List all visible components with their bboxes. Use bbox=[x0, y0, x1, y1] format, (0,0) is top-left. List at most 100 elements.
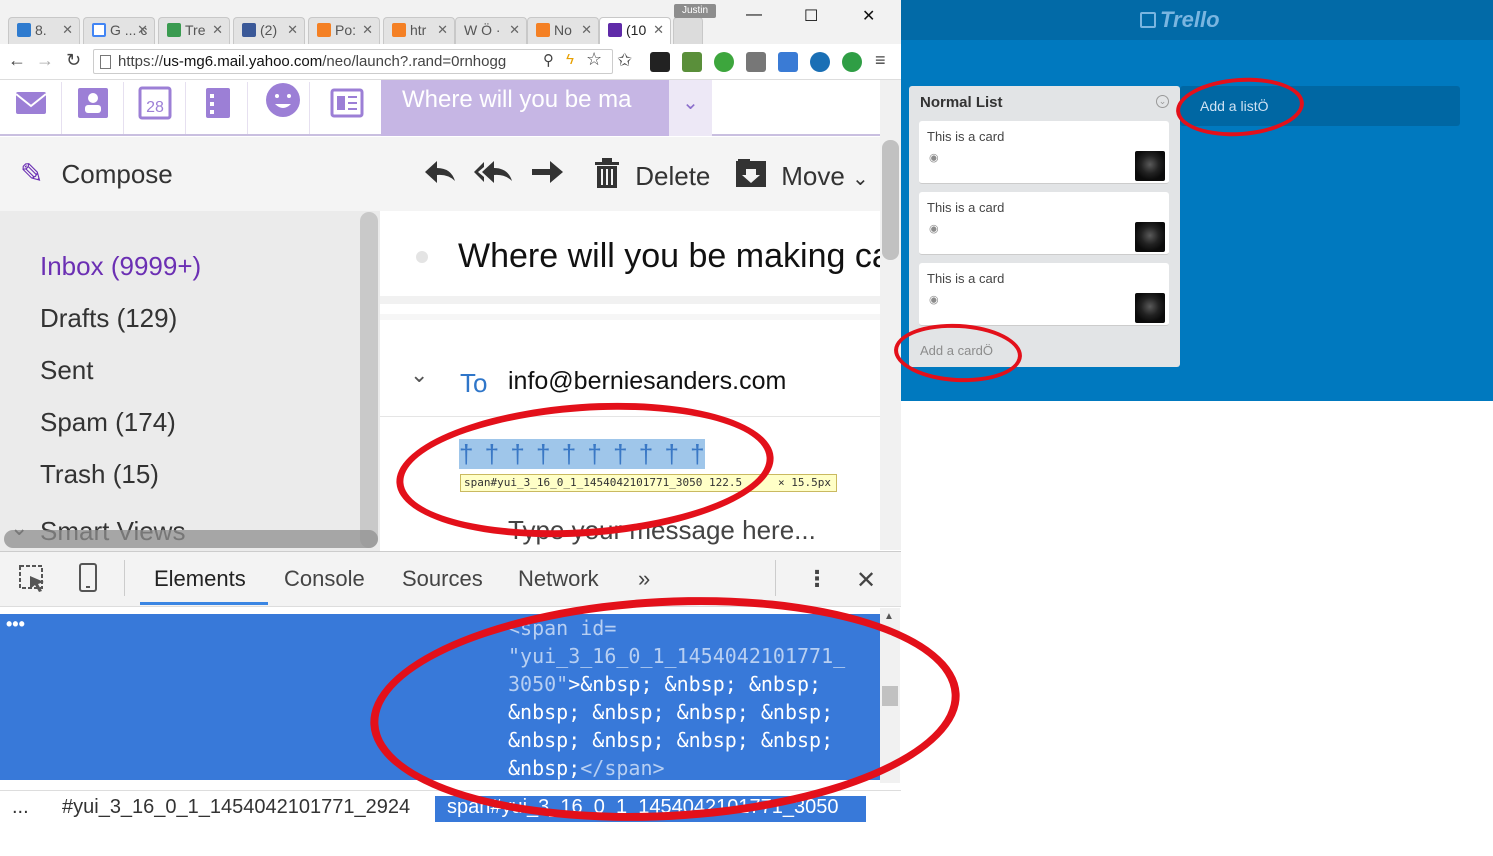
inspect-element-icon[interactable] bbox=[18, 564, 48, 599]
device-toolbar-icon[interactable] bbox=[78, 563, 98, 598]
extension-m-icon[interactable] bbox=[810, 52, 830, 72]
horizontal-scrollbar[interactable] bbox=[4, 530, 378, 548]
scroll-up-icon[interactable]: ▲ bbox=[884, 611, 894, 622]
bookmark-star-icon[interactable]: ☆ bbox=[586, 49, 602, 70]
notepad-icon[interactable] bbox=[186, 82, 248, 134]
divider bbox=[380, 314, 880, 320]
calendar-icon[interactable]: 28 bbox=[124, 82, 186, 134]
folder-inbox[interactable]: Inbox (9999+) bbox=[40, 251, 201, 282]
node-ellipsis-icon[interactable]: ••• bbox=[6, 614, 25, 635]
browser-tab-stackoverflow-3[interactable]: No ✕ bbox=[527, 17, 599, 44]
reload-icon[interactable]: ↻ bbox=[66, 50, 81, 71]
tab-label: Tre bbox=[185, 22, 206, 38]
more-tabs-icon[interactable]: » bbox=[638, 566, 650, 592]
svg-text:28: 28 bbox=[146, 99, 164, 116]
close-tab-icon[interactable]: ✕ bbox=[509, 22, 520, 38]
tab-sources[interactable]: Sources bbox=[402, 566, 483, 592]
list-menu-icon[interactable]: ⌄ bbox=[1156, 95, 1169, 108]
breadcrumb-ellipsis[interactable]: ... bbox=[12, 796, 29, 819]
mail-search-input[interactable]: Where will you be ma bbox=[381, 80, 669, 136]
trello-card[interactable]: This is a card ◉ bbox=[919, 121, 1169, 184]
trash-icon bbox=[595, 158, 619, 188]
tab-console[interactable]: Console bbox=[284, 566, 365, 592]
messenger-icon[interactable] bbox=[248, 82, 310, 134]
reply-all-icon[interactable] bbox=[472, 157, 516, 194]
tab-label: Po: bbox=[335, 22, 357, 38]
forward-icon[interactable]: → bbox=[36, 50, 54, 71]
minimize-icon[interactable]: — bbox=[746, 6, 762, 24]
browser-tab-google[interactable]: G ... c ✕ bbox=[83, 17, 155, 44]
close-window-icon[interactable]: ✕ bbox=[862, 6, 875, 26]
contacts-icon[interactable] bbox=[62, 82, 124, 134]
sheet-favicon-icon bbox=[167, 23, 181, 37]
chrome-menu-icon[interactable]: ≡ bbox=[875, 50, 886, 71]
stack-favicon-icon bbox=[536, 23, 550, 37]
tab-elements[interactable]: Elements bbox=[154, 566, 246, 592]
extension-leaf-icon[interactable] bbox=[714, 52, 734, 72]
trello-card[interactable]: This is a card ◉ bbox=[919, 192, 1169, 255]
folder-spam[interactable]: Spam (174) bbox=[40, 407, 176, 438]
browser-tab-sheet[interactable]: Tre ✕ bbox=[158, 17, 230, 44]
watch-eye-icon: ◉ bbox=[929, 223, 939, 235]
forward-icon[interactable] bbox=[530, 157, 564, 194]
move-button[interactable]: Move ⌄ bbox=[734, 157, 869, 192]
sidebar-scrollbar[interactable] bbox=[360, 212, 378, 548]
devtools-menu-icon[interactable]: ⋮ bbox=[806, 566, 828, 592]
close-tab-icon[interactable]: ✕ bbox=[137, 22, 148, 38]
browser-tab-facebook[interactable]: (2) ✕ bbox=[233, 17, 305, 44]
avatar bbox=[1135, 222, 1165, 252]
extension-chart-icon[interactable] bbox=[778, 52, 798, 72]
lightning-icon[interactable]: ϟ bbox=[566, 51, 574, 68]
card-title: This is a card bbox=[927, 129, 1005, 144]
eyedropper-icon[interactable] bbox=[746, 52, 766, 72]
browser-tab-stackoverflow-1[interactable]: Po: ✕ bbox=[308, 17, 380, 44]
extension-glasses-icon[interactable] bbox=[650, 52, 670, 72]
browser-tab-trello[interactable]: 8. ✕ bbox=[8, 17, 80, 44]
browser-tab-wikipedia[interactable]: W Ö · ✕ bbox=[455, 17, 527, 44]
avatar bbox=[1135, 293, 1165, 323]
reply-icon[interactable] bbox=[423, 157, 457, 194]
news-icon[interactable] bbox=[310, 82, 372, 134]
compose-button[interactable]: ✎ Compose bbox=[20, 157, 173, 190]
close-tab-icon[interactable]: ✕ bbox=[212, 22, 223, 38]
breadcrumb-item[interactable]: #yui_3_16_0_1_1454042101771_2924 bbox=[62, 796, 410, 819]
folder-drafts[interactable]: Drafts (129) bbox=[40, 303, 177, 334]
browser-tab-yahoo-mail[interactable]: (10 ✕ bbox=[599, 17, 671, 44]
close-tab-icon[interactable]: ✕ bbox=[437, 22, 448, 38]
page-scrollbar-thumb[interactable] bbox=[882, 140, 899, 260]
search-dropdown-chevron-icon[interactable]: ⌄ bbox=[669, 80, 712, 136]
folder-trash[interactable]: Trash (15) bbox=[40, 459, 159, 490]
page-info-icon[interactable] bbox=[100, 55, 111, 69]
search-icon[interactable]: ⚲ bbox=[543, 51, 554, 69]
extension-badge-icon[interactable] bbox=[842, 52, 862, 72]
to-address[interactable]: info@berniesanders.com bbox=[508, 367, 786, 396]
folder-sent[interactable]: Sent bbox=[40, 355, 94, 386]
close-devtools-icon[interactable]: ✕ bbox=[856, 566, 876, 595]
unread-dot-icon bbox=[416, 251, 428, 263]
profile-badge[interactable]: Justin bbox=[674, 4, 716, 18]
tab-network[interactable]: Network bbox=[518, 566, 599, 592]
address-bar[interactable]: https://us-mg6.mail.yahoo.com/neo/launch… bbox=[93, 49, 613, 74]
browser-tab-stackoverflow-2[interactable]: htr ✕ bbox=[383, 17, 455, 44]
close-tab-icon[interactable]: ✕ bbox=[581, 22, 592, 38]
trello-board-icon bbox=[1140, 12, 1156, 28]
trello-card[interactable]: This is a card ◉ bbox=[919, 263, 1169, 326]
close-tab-icon[interactable]: ✕ bbox=[287, 22, 298, 38]
mail-icon[interactable] bbox=[0, 82, 62, 134]
maximize-icon[interactable]: ☐ bbox=[804, 6, 818, 26]
list-title[interactable]: Normal List bbox=[920, 94, 1003, 111]
yahoo-mail-favicon-icon bbox=[608, 23, 622, 37]
to-label[interactable]: To bbox=[460, 368, 487, 399]
close-tab-icon[interactable]: ✕ bbox=[62, 22, 73, 38]
new-tab-button[interactable] bbox=[673, 17, 703, 44]
url-scheme: https:// bbox=[118, 53, 164, 70]
extension-puzzle-icon[interactable]: ✩ bbox=[617, 50, 632, 71]
trello-logo[interactable]: Trello bbox=[1140, 7, 1220, 33]
extension-clipboard-icon[interactable] bbox=[682, 52, 702, 72]
delete-button[interactable]: Delete bbox=[592, 157, 710, 192]
recipients-chevron-icon[interactable]: ⌄ bbox=[410, 362, 428, 388]
close-tab-icon[interactable]: ✕ bbox=[653, 22, 664, 38]
close-tab-icon[interactable]: ✕ bbox=[362, 22, 373, 38]
url-path: /neo/launch?.rand=0rnhogg bbox=[322, 53, 507, 70]
back-icon[interactable]: ← bbox=[8, 50, 26, 71]
